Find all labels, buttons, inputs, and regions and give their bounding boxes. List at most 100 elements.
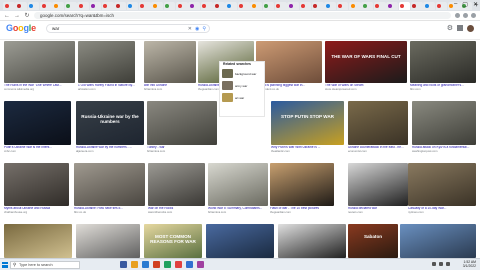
image-result[interactable]: Myths about Ukraine and Russia chathamhou… <box>4 163 69 216</box>
result-thumbnail[interactable]: STOP PUTIN STOP WAR <box>271 101 344 145</box>
result-thumbnail[interactable] <box>400 224 476 258</box>
image-result[interactable]: STOP PUTIN STOP WAR Why Putin's War With … <box>271 101 344 155</box>
taskbar-app-icon[interactable] <box>186 261 193 268</box>
result-thumbnail[interactable] <box>270 163 334 206</box>
result-thumbnail[interactable] <box>348 163 408 206</box>
taskbar-app-icon[interactable] <box>164 261 171 268</box>
related-search-item[interactable]: background war <box>220 68 264 79</box>
result-thumbnail[interactable] <box>4 163 69 206</box>
result-thumbnail[interactable] <box>412 101 476 145</box>
result-thumbnail[interactable] <box>206 224 274 258</box>
image-result[interactable]: Putin's Ukraine War is the Intent... cnbc… <box>4 101 71 155</box>
related-search-item[interactable]: art war <box>220 92 264 103</box>
result-thumbnail[interactable] <box>410 41 476 83</box>
browser-tab[interactable] <box>237 1 250 10</box>
image-result[interactable]: 1 Old Wars Rarely Found in Nature By... a… <box>78 41 135 93</box>
result-thumbnail[interactable] <box>4 224 72 258</box>
extension-icon[interactable] <box>463 13 468 18</box>
browser-tab[interactable] <box>361 1 374 10</box>
browser-tab[interactable] <box>3 1 15 10</box>
browser-tab[interactable] <box>15 1 28 10</box>
image-result[interactable]: War on the Rocks warontherocks.com <box>148 163 205 216</box>
clock[interactable]: 1:52 AM 3/1/2022 <box>463 260 476 269</box>
image-result[interactable]: Casualty of a 10-day War... nytimes.com <box>408 163 476 216</box>
apps-grid-icon[interactable] <box>457 25 463 31</box>
browser-tab[interactable] <box>52 1 65 10</box>
browser-tab[interactable] <box>77 1 89 10</box>
result-thumbnail[interactable] <box>76 224 140 258</box>
result-thumbnail[interactable] <box>148 163 205 206</box>
minimize-button[interactable]: – <box>454 1 457 8</box>
google-logo[interactable]: Google <box>6 23 36 33</box>
image-result[interactable]: Turkey - war britannica.com <box>147 101 217 155</box>
browser-tab[interactable] <box>274 1 287 10</box>
browser-tab[interactable] <box>138 1 151 10</box>
taskbar-app-icon[interactable] <box>131 261 138 268</box>
taskbar-search-input[interactable]: ⚲ Type here to search <box>10 260 80 269</box>
back-icon[interactable]: ← <box>4 13 10 19</box>
taskbar-app-icon[interactable] <box>142 261 149 268</box>
image-result[interactable]: World War II: Summary, Combatants... brit… <box>208 163 268 216</box>
volume-icon[interactable] <box>439 262 443 266</box>
browser-tab[interactable] <box>262 1 275 10</box>
browser-tab[interactable] <box>225 1 238 10</box>
result-thumbnail[interactable] <box>78 41 135 83</box>
forward-icon[interactable]: → <box>14 13 20 19</box>
image-result[interactable]: Russia-Ukraine: How have ties d... bbc.co… <box>74 163 145 216</box>
taskbar-app-icon[interactable] <box>175 261 182 268</box>
browser-tab[interactable] <box>410 1 423 10</box>
search-icon[interactable]: ⚲ <box>202 26 206 32</box>
browser-tab[interactable] <box>435 1 448 10</box>
extension-icon[interactable] <box>455 13 460 18</box>
browser-tab[interactable] <box>151 1 164 10</box>
avatar[interactable] <box>467 24 474 32</box>
browser-tab[interactable] <box>64 1 77 10</box>
image-result[interactable]: Ukraine counterattack in the east - ne..… <box>348 101 408 155</box>
result-thumbnail[interactable] <box>147 101 217 145</box>
image-result[interactable]: Russia-Ukraine war by the numbers Russia-… <box>76 101 144 155</box>
result-thumbnail[interactable] <box>208 163 268 206</box>
image-result[interactable]: Russia attack on Kyiv is a fundamental..… <box>412 101 476 155</box>
browser-tab[interactable] <box>311 1 324 10</box>
gear-icon[interactable]: ⚙ <box>447 24 453 32</box>
browser-tab[interactable] <box>188 1 201 10</box>
profile-icon[interactable] <box>471 13 476 18</box>
browser-tab[interactable] <box>423 1 435 10</box>
url-input[interactable]: google.com/search?q=war&tbm=isch <box>34 12 451 19</box>
taskbar-app-icon[interactable] <box>120 261 127 268</box>
browser-tab[interactable] <box>114 1 126 10</box>
search-input[interactable]: war ✕ ◉ ⚲ <box>46 24 210 33</box>
result-thumbnail[interactable] <box>74 163 145 206</box>
browser-tab[interactable] <box>163 1 176 10</box>
battery-icon[interactable] <box>446 262 450 266</box>
browser-tab[interactable] <box>89 1 102 10</box>
result-thumbnail[interactable] <box>408 163 476 206</box>
taskbar-app-icon[interactable] <box>153 261 160 268</box>
maximize-button[interactable]: ▢ <box>462 1 468 8</box>
browser-tab[interactable] <box>398 1 411 10</box>
taskbar-app-icon[interactable] <box>197 261 204 268</box>
image-result[interactable]: Flash of war - The 10 best pictures thegu… <box>270 163 334 216</box>
close-button[interactable]: ✕ <box>473 1 478 8</box>
browser-tab[interactable] <box>349 1 361 10</box>
browser-tab[interactable] <box>373 1 386 10</box>
result-thumbnail[interactable]: Sabaton <box>348 224 398 258</box>
browser-tab[interactable] <box>250 1 262 10</box>
image-result[interactable]: Russia is planning biggest war in... inde… <box>256 41 322 93</box>
clear-icon[interactable]: ✕ <box>188 26 192 32</box>
related-search-item[interactable]: army war <box>220 80 264 91</box>
camera-icon[interactable]: ◉ <box>195 26 199 32</box>
network-icon[interactable] <box>432 262 436 266</box>
result-thumbnail[interactable] <box>348 101 408 145</box>
image-result[interactable]: Russia declared war reuters.com <box>348 163 408 216</box>
browser-tab[interactable] <box>336 1 349 10</box>
result-thumbnail[interactable] <box>4 101 71 145</box>
browser-tab[interactable] <box>386 1 398 10</box>
browser-tab[interactable] <box>126 1 139 10</box>
result-thumbnail[interactable]: THE WAR OF WARS FINAL CUT <box>325 41 407 83</box>
browser-tab[interactable] <box>40 1 52 10</box>
browser-tab[interactable] <box>324 1 337 10</box>
result-thumbnail[interactable] <box>4 41 75 83</box>
browser-tab[interactable] <box>176 1 188 10</box>
browser-tab[interactable] <box>299 1 312 10</box>
